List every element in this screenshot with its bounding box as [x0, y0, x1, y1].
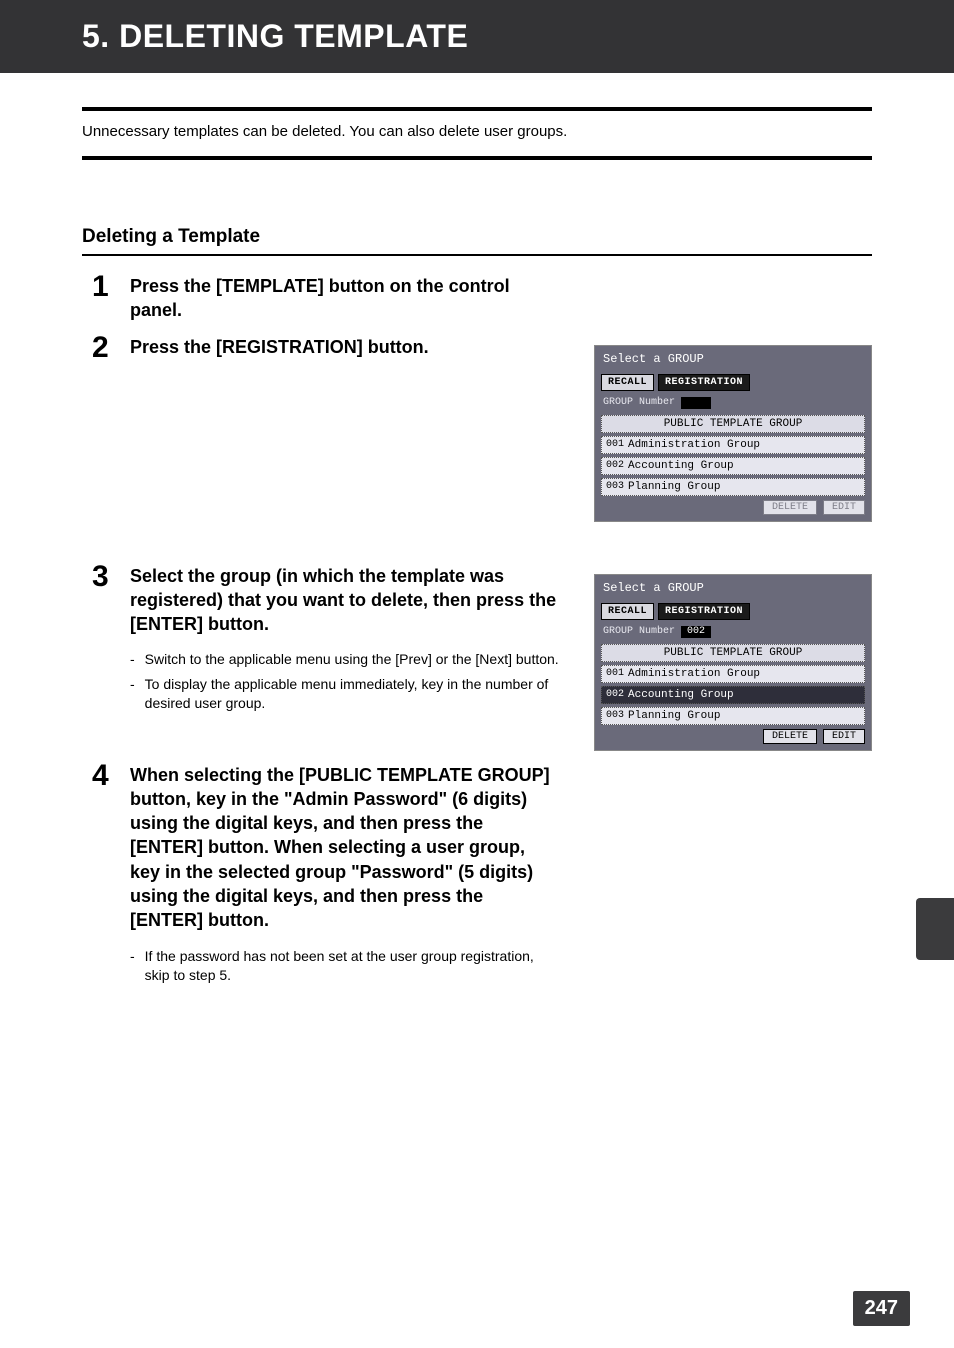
- page-number: 247: [853, 1291, 910, 1326]
- lcd-group-number-field: 002: [681, 626, 711, 638]
- intro-block: Unnecessary templates can be deleted. Yo…: [82, 107, 872, 160]
- lcd-row-label: Planning Group: [628, 481, 720, 493]
- dash-icon: -: [130, 947, 135, 985]
- lcd-row-003: 003 Planning Group: [601, 478, 865, 496]
- lcd-tab-registration: REGISTRATION: [658, 603, 750, 620]
- lcd-row-idx: 002: [606, 689, 624, 701]
- lcd-group-number-label: GROUP Number: [603, 626, 675, 637]
- lcd-row-idx: 001: [606, 668, 624, 680]
- lcd-delete-button: DELETE: [763, 729, 817, 744]
- lcd-row-001: 001 Administration Group: [601, 436, 865, 454]
- step-title: Press the [REGISTRATION] button.: [130, 335, 560, 359]
- steps-list: 1 Press the [TEMPLATE] button on the con…: [82, 272, 872, 990]
- side-thumb-tab: [916, 898, 954, 960]
- step-number: 2: [92, 333, 118, 363]
- note-text: To display the applicable menu immediate…: [145, 675, 560, 713]
- note-text: If the password has not been set at the …: [145, 947, 560, 985]
- step-3: 3 Select the group (in which the templat…: [82, 562, 872, 751]
- step-title: Select the group (in which the template …: [130, 564, 560, 637]
- note-item: - If the password has not been set at th…: [130, 947, 560, 985]
- subheading: Deleting a Template: [82, 226, 872, 256]
- note-item: - Switch to the applicable menu using th…: [130, 650, 560, 669]
- lcd-row-public: PUBLIC TEMPLATE GROUP: [601, 415, 865, 433]
- dash-icon: -: [130, 675, 135, 713]
- step-number: 3: [92, 562, 118, 592]
- note-item: - To display the applicable menu immedia…: [130, 675, 560, 713]
- lcd-header: Select a GROUP: [595, 575, 871, 599]
- step-number: 4: [92, 761, 118, 791]
- step-2: 2 Press the [REGISTRATION] button. Selec…: [82, 333, 872, 522]
- lcd-row-001: 001 Administration Group: [601, 665, 865, 683]
- lcd-screenshot-1: Select a GROUP RECALL REGISTRATION GROUP…: [594, 345, 872, 522]
- lcd-screenshot-2: Select a GROUP RECALL REGISTRATION GROUP…: [594, 574, 872, 751]
- lcd-row-label: Accounting Group: [628, 460, 734, 472]
- lcd-row-idx: 003: [606, 481, 624, 493]
- note-text: Switch to the applicable menu using the …: [145, 650, 559, 669]
- step-1: 1 Press the [TEMPLATE] button on the con…: [82, 272, 872, 323]
- lcd-row-idx: 001: [606, 439, 624, 451]
- lcd-tab-registration: REGISTRATION: [658, 374, 750, 391]
- step-title: When selecting the [PUBLIC TEMPLATE GROU…: [130, 763, 560, 933]
- lcd-row-label: Administration Group: [628, 668, 760, 680]
- lcd-tab-recall: RECALL: [601, 603, 654, 620]
- lcd-header: Select a GROUP: [595, 346, 871, 370]
- step-number: 1: [92, 272, 118, 302]
- lcd-row-002: 002 Accounting Group: [601, 457, 865, 475]
- lcd-row-idx: 002: [606, 460, 624, 472]
- lcd-row-003: 003 Planning Group: [601, 707, 865, 725]
- lcd-row-label: Administration Group: [628, 439, 760, 451]
- lcd-row-label: Planning Group: [628, 710, 720, 722]
- lcd-group-number-field: [681, 397, 711, 409]
- chapter-title-bar: 5. DELETING TEMPLATE: [0, 0, 954, 73]
- lcd-row-label: Accounting Group: [628, 689, 734, 701]
- lcd-row-idx: 003: [606, 710, 624, 722]
- lcd-delete-button: DELETE: [763, 500, 817, 515]
- intro-text: Unnecessary templates can be deleted. Yo…: [82, 111, 872, 156]
- lcd-row-002-selected: 002 Accounting Group: [601, 686, 865, 704]
- lcd-edit-button: EDIT: [823, 500, 865, 515]
- lcd-tab-recall: RECALL: [601, 374, 654, 391]
- step-title: Press the [TEMPLATE] button on the contr…: [130, 274, 560, 323]
- lcd-row-public: PUBLIC TEMPLATE GROUP: [601, 644, 865, 662]
- dash-icon: -: [130, 650, 135, 669]
- chapter-title: 5. DELETING TEMPLATE: [82, 18, 954, 55]
- lcd-group-number-label: GROUP Number: [603, 397, 675, 408]
- step-4: 4 When selecting the [PUBLIC TEMPLATE GR…: [82, 761, 872, 991]
- subheading-block: Deleting a Template: [82, 226, 872, 256]
- rule-bottom: [82, 156, 872, 160]
- lcd-edit-button: EDIT: [823, 729, 865, 744]
